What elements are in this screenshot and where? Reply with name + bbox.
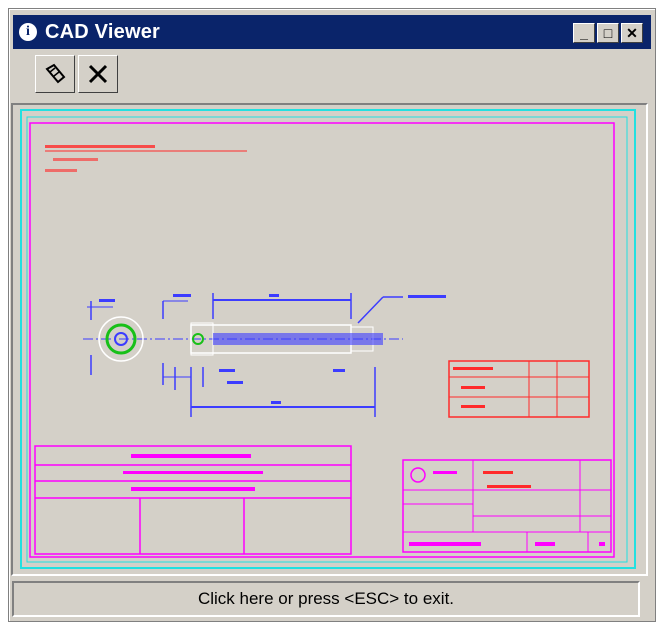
- close-drawing-button[interactable]: [78, 55, 118, 93]
- status-bar-exit[interactable]: Click here or press <ESC> to exit.: [12, 581, 640, 617]
- close-x-icon: [88, 64, 108, 84]
- minimize-button[interactable]: _: [573, 23, 595, 43]
- revision-table: [448, 360, 590, 418]
- title-bar[interactable]: i CAD Viewer _ □ ✕: [13, 15, 651, 49]
- tolerance-block: [34, 445, 352, 555]
- drawing-viewport[interactable]: [11, 103, 648, 576]
- info-icon: i: [19, 23, 37, 41]
- close-button[interactable]: ✕: [621, 23, 643, 43]
- title-block: [402, 459, 612, 553]
- zoom-tool-button[interactable]: [35, 55, 75, 93]
- window-title: CAD Viewer: [45, 20, 161, 43]
- drawing-notes: [45, 145, 247, 172]
- cad-drawing: [20, 109, 636, 569]
- zoom-tool-icon: [45, 63, 66, 84]
- part-drawing: [83, 293, 446, 417]
- maximize-button[interactable]: □: [597, 23, 619, 43]
